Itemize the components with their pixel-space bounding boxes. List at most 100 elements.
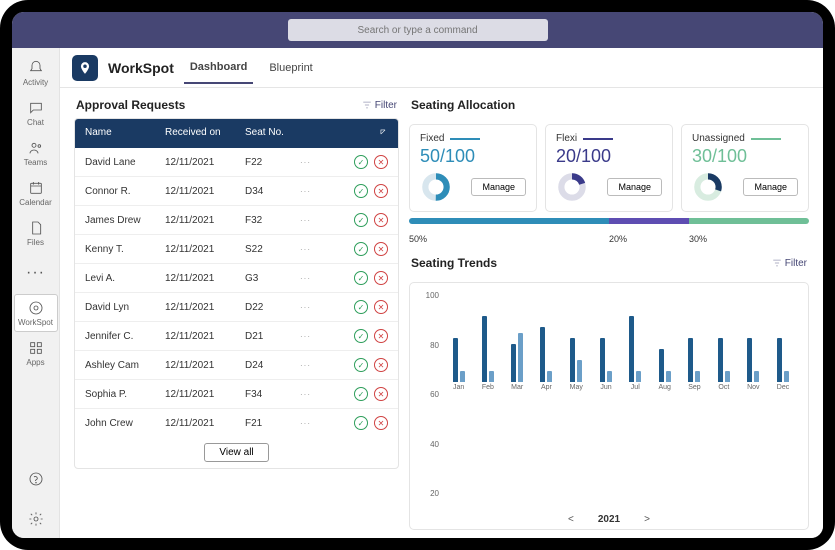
manage-fixed-button[interactable]: Manage	[471, 178, 526, 196]
row-more-button[interactable]: ···	[300, 361, 324, 370]
more-icon: ···	[26, 269, 45, 277]
filter-icon	[772, 258, 782, 268]
reject-button[interactable]: ✕	[374, 358, 388, 372]
cell-date: 12/11/2021	[165, 244, 245, 255]
cell-name: Sophia P.	[85, 389, 165, 400]
rail-calendar[interactable]: Calendar	[14, 174, 58, 212]
donut-fixed-icon	[420, 171, 452, 203]
gear-icon	[28, 511, 44, 527]
approve-button[interactable]: ✓	[354, 329, 368, 343]
cell-seat: D21	[245, 331, 300, 342]
rail-help[interactable]	[14, 460, 58, 498]
reject-button[interactable]: ✕	[374, 242, 388, 256]
approval-table: Name Received on Seat No. David Lane 12/…	[74, 118, 399, 469]
cell-date: 12/11/2021	[165, 302, 245, 313]
rail-more[interactable]: ···	[14, 254, 58, 292]
cell-name: Jennifer C.	[85, 331, 165, 342]
table-row: Levi A. 12/11/2021 G3 ··· ✓ ✕	[75, 264, 398, 293]
x-label: Dec	[777, 384, 789, 391]
donut-unassigned-icon	[692, 171, 724, 203]
cell-name: Kenny T.	[85, 244, 165, 255]
donut-flexi-icon	[556, 171, 588, 203]
teams-icon	[28, 140, 44, 156]
row-more-button[interactable]: ···	[300, 245, 324, 254]
x-label: Jul	[631, 384, 640, 391]
reject-button[interactable]: ✕	[374, 416, 388, 430]
row-more-button[interactable]: ···	[300, 187, 324, 196]
x-label: Feb	[482, 384, 494, 391]
bar-group: Apr	[540, 294, 552, 391]
rail-workspot[interactable]: WorkSpot	[14, 294, 58, 332]
trends-filter-button[interactable]: Filter	[772, 258, 807, 269]
tab-dashboard[interactable]: Dashboard	[184, 51, 253, 84]
rail-label: Files	[27, 238, 44, 247]
x-label: Apr	[541, 384, 552, 391]
rail-teams[interactable]: Teams	[14, 134, 58, 172]
approve-button[interactable]: ✓	[354, 184, 368, 198]
approve-button[interactable]: ✓	[354, 213, 368, 227]
workspot-logo-icon	[72, 55, 98, 81]
tab-blueprint[interactable]: Blueprint	[263, 52, 318, 83]
approve-button[interactable]: ✓	[354, 387, 368, 401]
col-name: Name	[85, 127, 165, 140]
workspot-icon	[28, 300, 44, 316]
row-more-button[interactable]: ···	[300, 332, 324, 341]
chat-icon	[28, 100, 44, 116]
cell-seat: F32	[245, 215, 300, 226]
bar-group: Oct	[718, 294, 730, 391]
allocation-labels: 50% 20% 30%	[409, 234, 809, 244]
reject-button[interactable]: ✕	[374, 271, 388, 285]
approve-button[interactable]: ✓	[354, 300, 368, 314]
approval-filter-button[interactable]: Filter	[362, 100, 397, 111]
bar-group: Jan	[453, 294, 465, 391]
approve-button[interactable]: ✓	[354, 271, 368, 285]
rail-label: Teams	[24, 158, 48, 167]
row-more-button[interactable]: ···	[300, 390, 324, 399]
manage-unassigned-button[interactable]: Manage	[743, 178, 798, 196]
row-more-button[interactable]: ···	[300, 216, 324, 225]
approve-button[interactable]: ✓	[354, 358, 368, 372]
cell-seat: F22	[245, 157, 300, 168]
manage-flexi-button[interactable]: Manage	[607, 178, 662, 196]
trends-chart: 10080604020 JanFebMarAprMayJunJulAugSepO…	[409, 282, 809, 530]
approve-button[interactable]: ✓	[354, 416, 368, 430]
rail-apps[interactable]: Apps	[14, 334, 58, 372]
x-label: May	[570, 384, 583, 391]
view-all-button[interactable]: View all	[204, 443, 268, 462]
card-label: Fixed	[420, 133, 444, 144]
table-row: Ashley Cam 12/11/2021 D24 ··· ✓ ✕	[75, 351, 398, 380]
row-more-button[interactable]: ···	[300, 274, 324, 283]
reject-button[interactable]: ✕	[374, 300, 388, 314]
reject-button[interactable]: ✕	[374, 329, 388, 343]
reject-button[interactable]: ✕	[374, 387, 388, 401]
rail-activity[interactable]: Activity	[14, 54, 58, 92]
rail-settings[interactable]	[14, 500, 58, 538]
approve-button[interactable]: ✓	[354, 242, 368, 256]
cell-name: David Lyn	[85, 302, 165, 313]
cell-name: Ashley Cam	[85, 360, 165, 371]
side-rail: Activity Chat Teams Calendar Files	[12, 48, 60, 538]
reject-button[interactable]: ✕	[374, 184, 388, 198]
x-label: Aug	[659, 384, 671, 391]
approval-title: Approval Requests	[76, 98, 185, 112]
bar-group: Nov	[747, 294, 759, 391]
row-more-button[interactable]: ···	[300, 419, 324, 428]
cell-seat: F21	[245, 418, 300, 429]
cell-date: 12/11/2021	[165, 215, 245, 226]
current-year: 2021	[598, 514, 620, 525]
reject-button[interactable]: ✕	[374, 213, 388, 227]
approve-button[interactable]: ✓	[354, 155, 368, 169]
rail-chat[interactable]: Chat	[14, 94, 58, 132]
row-more-button[interactable]: ···	[300, 158, 324, 167]
rail-files[interactable]: Files	[14, 214, 58, 252]
row-more-button[interactable]: ···	[300, 303, 324, 312]
next-year-button[interactable]: >	[644, 514, 650, 525]
search-input[interactable]	[288, 19, 548, 41]
prev-year-button[interactable]: <	[568, 514, 574, 525]
export-button[interactable]	[378, 127, 388, 140]
reject-button[interactable]: ✕	[374, 155, 388, 169]
app-name: WorkSpot	[108, 60, 174, 76]
card-fixed: Fixed 50/100 Manage	[409, 124, 537, 212]
x-label: Oct	[718, 384, 729, 391]
help-icon	[28, 471, 44, 487]
